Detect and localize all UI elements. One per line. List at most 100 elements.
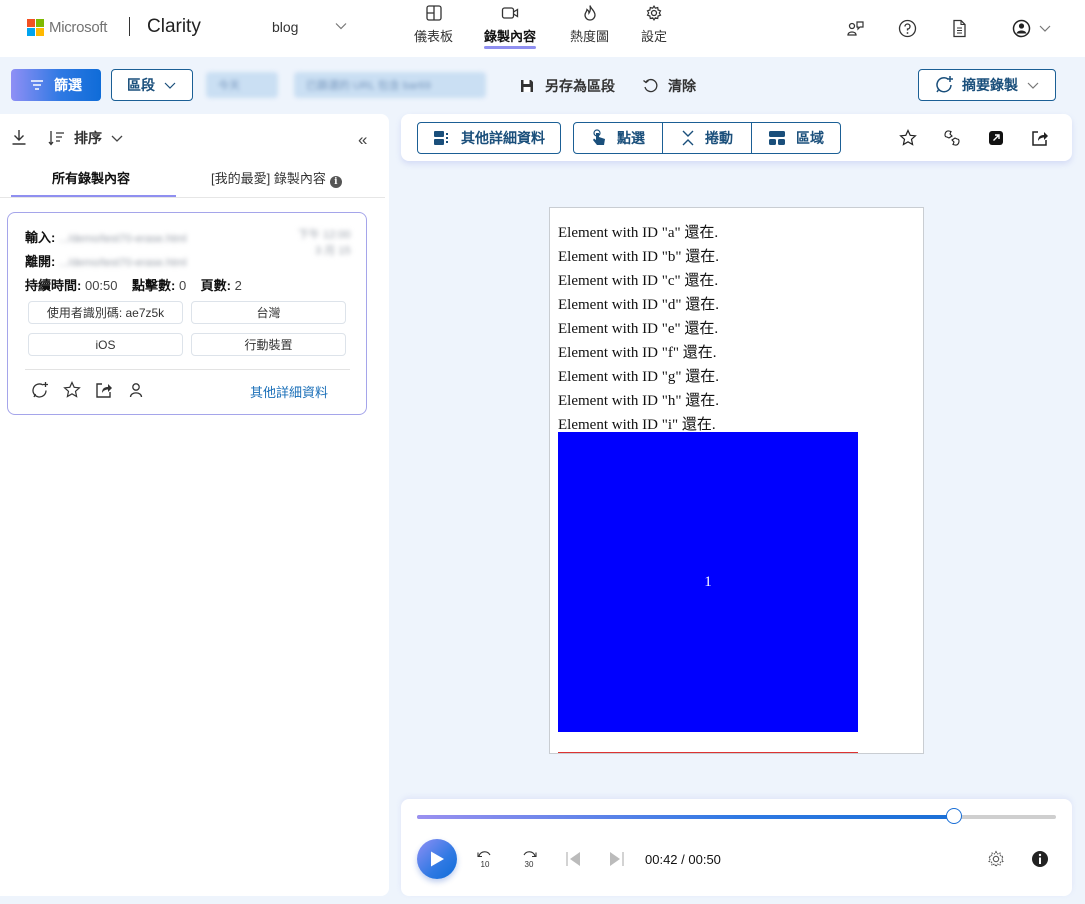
account-chevron-down-icon[interactable] [1038, 19, 1052, 38]
share-icon[interactable] [95, 381, 113, 399]
scroll-arrows-icon [682, 130, 694, 146]
save-as-segment-label: 另存為區段 [545, 78, 615, 94]
sort-icon [48, 131, 64, 146]
pages-value: 2 [234, 278, 242, 293]
document-icon[interactable] [950, 19, 969, 38]
microsoft-logo[interactable]: Microsoft [27, 19, 107, 36]
user-icon[interactable] [127, 381, 145, 399]
help-icon[interactable] [898, 19, 917, 38]
replay-text-line: Element with ID "a" 還在. [558, 225, 719, 241]
tag-os[interactable]: iOS [28, 333, 183, 356]
rewind-10-icon[interactable]: 10 [475, 849, 495, 869]
play-button[interactable] [417, 839, 457, 879]
playback-timeline[interactable] [417, 808, 1056, 824]
play-icon [431, 851, 444, 867]
more-details-label: 其他詳細資料 [461, 130, 545, 146]
filter-chip-url[interactable]: 已篩選的 URL 包含 bar69 [294, 72, 486, 98]
info-icon[interactable] [1030, 849, 1050, 869]
entry-url: .../demo/test70-erase.html [58, 233, 187, 245]
nav-label: 儀表板 [414, 29, 454, 44]
pages-label: 頁數: [200, 278, 231, 293]
nav-dashboard[interactable]: 儀表板 [414, 4, 453, 45]
gear-icon [646, 4, 662, 22]
area-heatmap-button[interactable]: 區域 [751, 122, 841, 154]
project-selector[interactable]: blog [272, 19, 298, 35]
nav-heatmaps[interactable]: 熱度圖 [570, 4, 609, 45]
tap-hand-icon [593, 129, 605, 145]
clear-label: 清除 [668, 78, 696, 94]
replay-text-line: Element with ID "e" 還在. [558, 321, 719, 337]
gear-icon[interactable] [986, 849, 1006, 869]
microsoft-brand-text: Microsoft [49, 19, 108, 36]
sort-dropdown[interactable]: 排序 [48, 128, 124, 148]
info-icon[interactable]: i [329, 176, 342, 188]
replay-text-line: Element with ID "f" 還在. [558, 345, 717, 361]
star-icon[interactable] [63, 381, 81, 399]
share-icon[interactable] [1031, 129, 1049, 147]
more-details-link[interactable]: 其他詳細資料 [250, 382, 328, 401]
more-details-button[interactable]: 其他詳細資料 [417, 122, 561, 154]
product-name[interactable]: Clarity [147, 16, 201, 38]
duration-value: 00:50 [84, 278, 118, 293]
blue-box-label: 1 [704, 573, 712, 590]
brand-divider [129, 17, 130, 36]
clear-button[interactable]: 清除 [642, 76, 696, 96]
nav-settings[interactable]: 設定 [641, 4, 667, 45]
previous-page-icon[interactable] [563, 849, 583, 869]
clicks-value: 0 [178, 278, 187, 293]
copilot-sparkle-icon[interactable] [31, 381, 49, 399]
save-as-segment-button[interactable]: 另存為區段 [519, 76, 615, 96]
recording-card[interactable]: 輸入: .../demo/test70-erase.html 離開: .../d… [7, 212, 367, 415]
account-icon[interactable] [1012, 19, 1031, 38]
scroll-label: 捲動 [705, 130, 733, 146]
chevron-down-icon [1027, 82, 1039, 89]
tab-all-recordings[interactable]: 所有錄製內容 [52, 168, 130, 187]
tag-device[interactable]: 行動裝置 [191, 333, 346, 356]
replay-red-rule [558, 752, 858, 753]
download-icon[interactable] [11, 129, 27, 145]
star-icon[interactable] [899, 129, 917, 147]
replay-text-line: Element with ID "d" 還在. [558, 297, 719, 313]
open-external-icon[interactable] [987, 129, 1005, 147]
segment-dropdown[interactable]: 區段 [111, 69, 193, 101]
tab-favorite-recordings[interactable]: [我的最愛] 錄製內容 i [211, 168, 342, 188]
segment-label: 區段 [127, 77, 155, 93]
chevron-down-icon[interactable] [334, 19, 348, 33]
chevron-down-icon [164, 82, 176, 89]
summarize-recordings-button[interactable]: 摘要錄製 [918, 69, 1056, 101]
top-navigation-bar: Microsoft Clarity blog 儀表板 錄製內容 熱度圖 設定 [0, 0, 1085, 57]
session-replay-viewport[interactable]: Element with ID "a" 還在. Element with ID … [549, 207, 924, 754]
dashboard-icon [425, 5, 442, 21]
save-icon [521, 80, 533, 92]
tag-user-id[interactable]: 使用者識別碼: ae7z5k [28, 301, 183, 324]
active-tab-indicator [484, 46, 537, 49]
tag-country[interactable]: 台灣 [191, 301, 346, 324]
video-camera-icon [501, 7, 519, 19]
click-label: 點選 [617, 130, 645, 146]
replay-text-line: Element with ID "h" 還在. [558, 393, 719, 409]
click-heatmap-button[interactable]: 點選 [573, 122, 663, 154]
exit-url: .../demo/test70-erase.html [58, 257, 187, 269]
collapse-panel-icon[interactable]: « [358, 130, 367, 150]
replay-text-line: Element with ID "b" 還在. [558, 249, 719, 265]
thumbs-feedback-icon[interactable] [943, 129, 961, 147]
recording-stats: 持續時間: 00:50 點擊數: 0 頁數: 2 [25, 275, 242, 294]
tab-divider [0, 197, 385, 198]
nav-label: 錄製內容 [484, 29, 537, 44]
entry-page-row: 輸入: .../demo/test70-erase.html [25, 227, 187, 246]
entry-label: 輸入: [25, 230, 56, 245]
forward-30-icon[interactable]: 30 [519, 849, 539, 869]
duration-label: 持續時間: [25, 278, 82, 293]
share-users-icon[interactable] [846, 19, 865, 38]
copilot-sparkle-icon [936, 76, 953, 93]
exit-page-row: 離開: .../demo/test70-erase.html [25, 251, 187, 270]
nav-recordings[interactable]: 錄製內容 [484, 4, 537, 49]
flame-icon [583, 5, 596, 21]
filter-button[interactable]: 篩選 [11, 69, 101, 101]
timeline-scrubber-handle[interactable] [945, 808, 962, 824]
filter-chip-date[interactable]: 今天 [206, 72, 278, 98]
scroll-heatmap-button[interactable]: 捲動 [662, 122, 752, 154]
next-page-icon[interactable] [607, 849, 627, 869]
replay-blue-box: 1 [558, 432, 858, 732]
playback-time: 00:42 / 00:50 [645, 852, 721, 867]
